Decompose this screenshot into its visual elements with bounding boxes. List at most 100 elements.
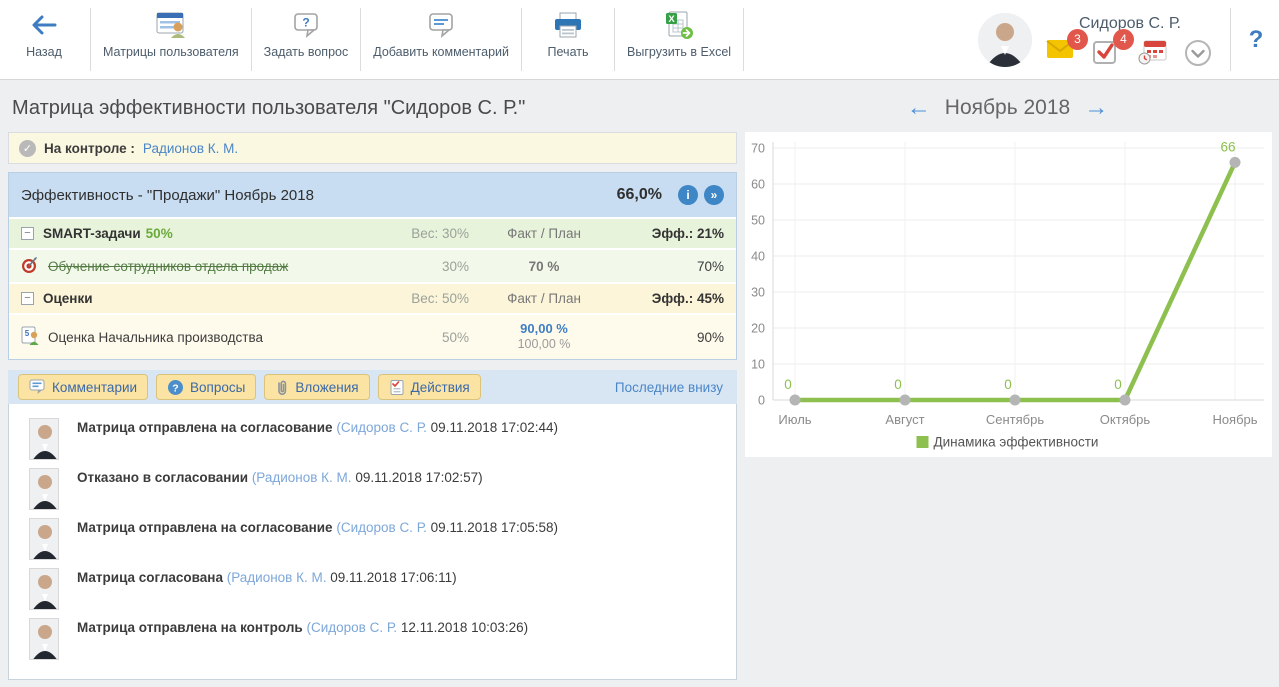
comment-message: Отказано в согласовании <box>77 470 248 485</box>
comment-datetime: 09.11.2018 17:02:44) <box>431 420 558 435</box>
svg-text:X: X <box>668 14 675 25</box>
export-excel-label: Выгрузить в Excel <box>627 45 731 61</box>
info-icon[interactable]: i <box>678 185 698 205</box>
svg-text:Сентябрь: Сентябрь <box>986 412 1044 427</box>
score-name: Оценка Начальника производства <box>48 330 263 345</box>
task-name-link[interactable]: Обучение сотрудников отдела продаж <box>48 259 288 274</box>
chevron-down-icon <box>1184 39 1212 67</box>
comment-author-link[interactable]: (Сидоров С. Р. <box>336 520 427 535</box>
user-matrices-label: Матрицы пользователя <box>103 45 239 61</box>
comment-datetime: 12.11.2018 10:03:26) <box>401 620 528 635</box>
ask-question-label: Задать вопрос <box>264 45 349 61</box>
group-name: Оценки <box>43 291 93 306</box>
toolbar: Назад Матрицы пользователя ? Задать вопр… <box>0 0 1279 80</box>
scores-group-row: − Оценки Вес: 50% Факт / План Эфф.: 45% <box>9 282 736 313</box>
month-navigation: ← Ноябрь 2018 → <box>744 96 1271 120</box>
toolbar-separator <box>743 8 744 71</box>
toolbar-separator <box>1230 8 1231 71</box>
mail-notification[interactable]: 3 <box>1046 39 1076 65</box>
question-bubble-icon: ? <box>291 8 321 42</box>
tab-comments-label: Комментарии <box>52 380 137 395</box>
comment-author-link[interactable]: (Радионов К. М. <box>227 570 327 585</box>
svg-text:50: 50 <box>751 214 765 228</box>
task-weight: 30% <box>359 259 469 274</box>
tab-questions[interactable]: ? Вопросы <box>156 374 256 400</box>
comment-avatar <box>29 518 59 560</box>
target-icon <box>21 256 39 277</box>
efficiency-chart-svg: 010203040506070000066ИюльАвгустСентябрьО… <box>745 132 1272 457</box>
comment-author-link[interactable]: (Сидоров С. Р. <box>336 420 427 435</box>
toolbar-separator <box>360 8 361 71</box>
prev-month-button[interactable]: ← <box>907 96 931 120</box>
svg-text:30: 30 <box>751 286 765 300</box>
calendar-notification[interactable] <box>1138 39 1168 65</box>
print-button[interactable]: Печать <box>524 0 612 79</box>
toolbar-separator <box>90 8 91 71</box>
comment-item: Матрица отправлена на согласование (Сидо… <box>29 418 736 468</box>
tasks-notification[interactable]: 4 <box>1092 39 1122 65</box>
comment-message: Матрица отправлена на контроль <box>77 620 303 635</box>
comment-item: Отказано в согласовании (Радионов К. М. … <box>29 468 736 518</box>
back-arrow-icon <box>29 8 59 42</box>
svg-text:0: 0 <box>784 377 792 392</box>
tab-actions-label: Действия <box>411 380 470 395</box>
mail-badge: 3 <box>1067 29 1088 50</box>
collapse-icon[interactable]: − <box>21 227 34 240</box>
add-comment-label: Добавить комментарий <box>373 45 509 61</box>
user-area: Сидоров С. Р. 3 4 <box>978 0 1228 79</box>
matrix-value: 66,0% <box>617 186 662 204</box>
on-control-bar: ✓ На контроле : Радионов К. М. <box>8 132 737 164</box>
expand-icon[interactable]: » <box>704 185 724 205</box>
user-menu-toggle[interactable] <box>1184 39 1214 65</box>
group-eff: Эфф.: 21% <box>619 226 724 241</box>
print-label: Печать <box>548 45 589 61</box>
fact-plan-header: Факт / План <box>469 226 619 241</box>
comment-author-link[interactable]: (Радионов К. М. <box>252 470 352 485</box>
svg-text:Ноябрь: Ноябрь <box>1212 412 1257 427</box>
user-matrices-button[interactable]: Матрицы пользователя <box>93 0 249 79</box>
next-month-button[interactable]: → <box>1084 96 1108 120</box>
collapse-icon[interactable]: − <box>21 292 34 305</box>
sort-order-link[interactable]: Последние внизу <box>615 380 727 395</box>
comment-datetime: 09.11.2018 17:05:58) <box>431 520 558 535</box>
page-title: Матрица эффективности пользователя "Сидо… <box>8 97 744 120</box>
help-button[interactable]: ? <box>1233 0 1279 79</box>
controller-link[interactable]: Радионов К. М. <box>143 141 238 156</box>
comment-avatar <box>29 568 59 610</box>
comment-author-link[interactable]: (Сидоров С. Р. <box>306 620 397 635</box>
comment-bubble-icon <box>426 8 456 42</box>
excel-icon: X <box>663 8 695 42</box>
ask-question-button[interactable]: ? Задать вопрос <box>254 0 359 79</box>
svg-text:0: 0 <box>1114 377 1122 392</box>
comment-message: Матрица отправлена на согласование <box>77 420 333 435</box>
svg-text:?: ? <box>172 382 178 394</box>
svg-text:?: ? <box>302 16 309 30</box>
check-circle-icon: ✓ <box>19 140 36 157</box>
svg-text:10: 10 <box>751 358 765 372</box>
fact-plan-header: Факт / План <box>469 291 619 306</box>
svg-text:Август: Август <box>885 412 924 427</box>
task-fact: 70 % <box>469 259 619 274</box>
svg-text:40: 40 <box>751 250 765 264</box>
comment-datetime: 09.11.2018 17:06:11) <box>330 570 456 585</box>
score-row: 5 Оценка Начальника производства 50% 90,… <box>9 313 736 359</box>
user-name: Сидоров С. Р. <box>1079 15 1181 33</box>
back-button[interactable]: Назад <box>0 0 88 79</box>
matrices-icon <box>155 8 187 42</box>
tab-attachments[interactable]: Вложения <box>264 374 369 400</box>
add-comment-button[interactable]: Добавить комментарий <box>363 0 519 79</box>
comment-message: Матрица согласована <box>77 570 223 585</box>
svg-text:60: 60 <box>751 178 765 192</box>
comment-datetime: 09.11.2018 17:02:57) <box>355 470 482 485</box>
user-avatar[interactable] <box>978 13 1032 67</box>
score-plan: 100,00 % <box>469 337 619 351</box>
svg-text:20: 20 <box>751 322 765 336</box>
svg-text:0: 0 <box>758 394 765 408</box>
tabs-strip: Комментарии ? Вопросы Вложения <box>8 370 737 404</box>
export-excel-button[interactable]: X Выгрузить в Excel <box>617 0 741 79</box>
svg-text:Июль: Июль <box>778 412 811 427</box>
tasks-badge: 4 <box>1113 29 1134 50</box>
tab-actions[interactable]: Действия <box>378 374 481 400</box>
score-fact[interactable]: 90,00 % <box>469 322 619 337</box>
tab-comments[interactable]: Комментарии <box>18 374 148 400</box>
